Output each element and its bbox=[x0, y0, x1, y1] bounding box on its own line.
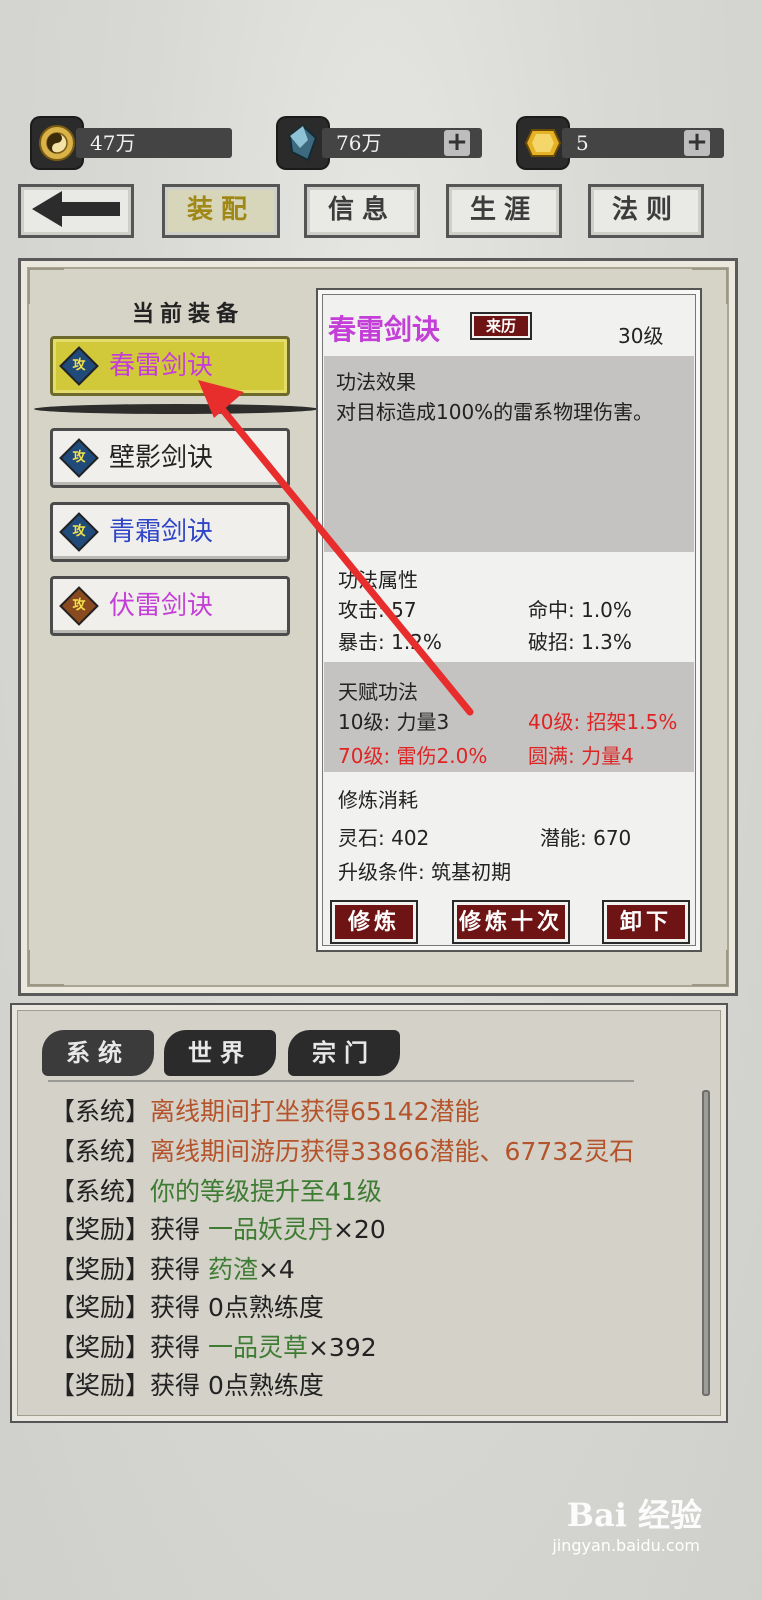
baidu-watermark-logo: Bai 经验 bbox=[566, 1496, 702, 1534]
annotation-arrow-icon bbox=[198, 380, 474, 716]
watermark-url: jingyan.baidu.com bbox=[552, 1536, 700, 1555]
